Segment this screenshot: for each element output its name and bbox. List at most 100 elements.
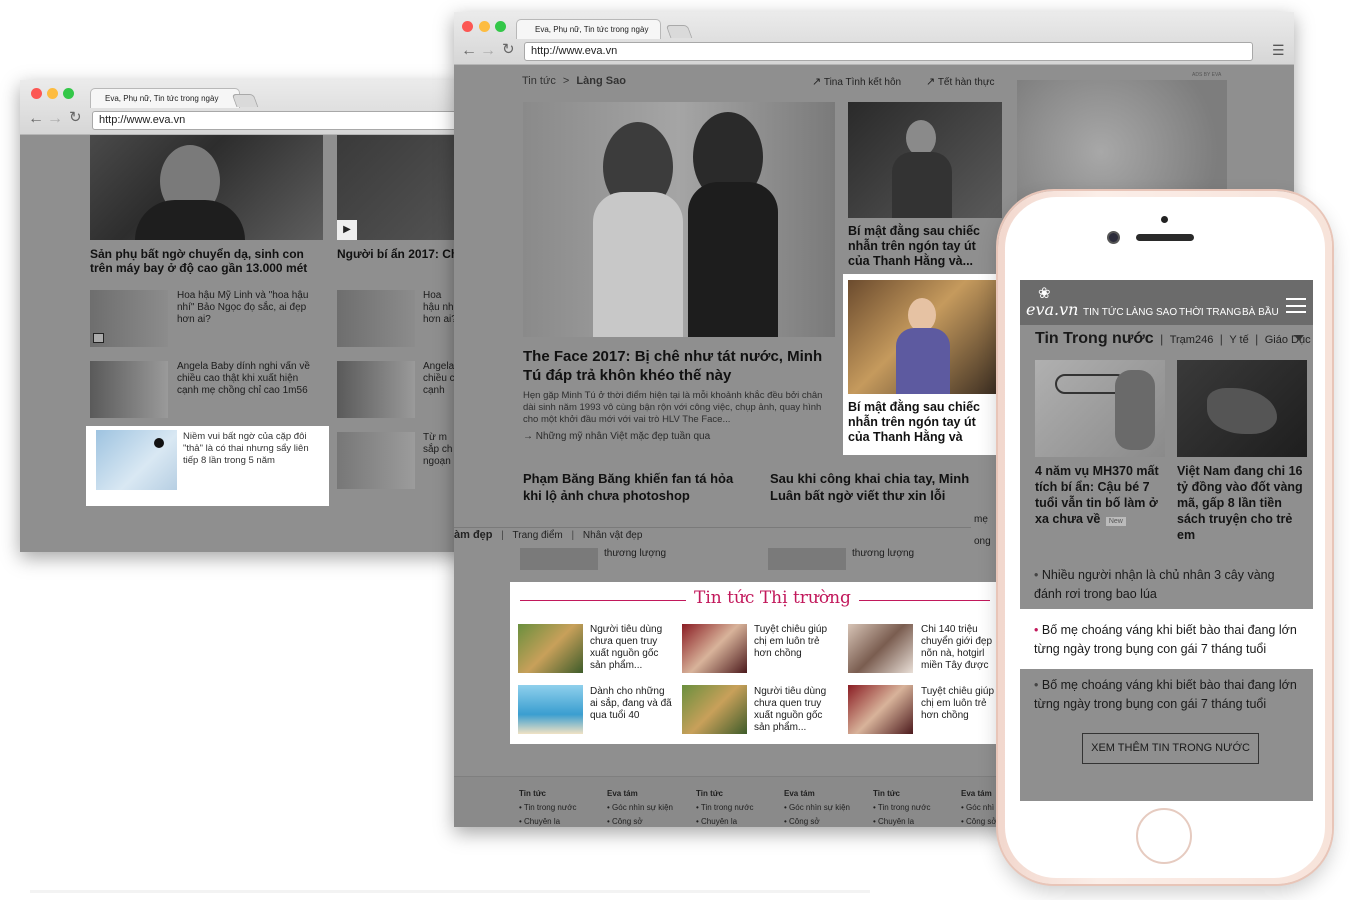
footer-link[interactable]: • Góc nhìn sự kiện <box>607 801 673 815</box>
footer-link[interactable]: • Chuyên la <box>519 815 576 827</box>
footer-link[interactable]: • Góc nhì <box>961 801 997 815</box>
section-sub[interactable]: Y tế <box>1229 334 1248 346</box>
play-icon[interactable]: ▶ <box>337 220 357 240</box>
forward-arrow-icon[interactable]: → <box>480 43 496 59</box>
trend-link[interactable]: ↗ Tina Tình kết hôn <box>812 75 901 88</box>
nav-link[interactable]: BÀ BẦU <box>1242 307 1279 318</box>
market-item[interactable]: Người tiêu dùng chưa quen truy xuất nguồ… <box>754 686 836 734</box>
market-thumb[interactable] <box>682 685 747 734</box>
news-item[interactable]: • Bố mẹ choáng váng khi biết bào thai đa… <box>1034 676 1306 714</box>
eva-logo[interactable]: eva.vn <box>1026 300 1078 319</box>
footer-link[interactable]: • Góc nhìn sự kiện <box>784 801 850 815</box>
story-title[interactable]: Sau khi công khai chia tay, Minh Luân bấ… <box>770 470 1000 504</box>
market-thumb[interactable] <box>848 685 913 734</box>
footer-heading[interactable]: Tin tức <box>873 787 930 801</box>
footer-link[interactable]: • Tin trong nước <box>519 801 576 815</box>
side-story-title[interactable]: Bí mật đằng sau chiếc nhẫn trên ngón tay… <box>848 224 1000 269</box>
minimize-window-button[interactable] <box>47 88 58 99</box>
list-item-text[interactable]: Hoa hậu nhí hơn ai? <box>423 290 457 326</box>
address-bar[interactable]: http://www.eva.vn <box>92 111 470 130</box>
breadcrumb-current[interactable]: Làng Sao <box>576 75 626 87</box>
back-arrow-icon[interactable]: ← <box>28 111 44 127</box>
footer-link[interactable]: • Tin trong nước <box>696 801 753 815</box>
nav-link[interactable]: LÀNG SAO <box>1126 307 1177 318</box>
market-thumb[interactable] <box>682 624 747 673</box>
phone-home-button[interactable] <box>1136 808 1192 864</box>
footer-heading[interactable]: Tin tức <box>696 787 753 801</box>
market-thumb[interactable] <box>518 624 583 673</box>
trend-link[interactable]: ↗ Tết hàn thực <box>926 75 995 88</box>
new-tab-button[interactable] <box>665 25 693 38</box>
section-tab[interactable]: Nhân vật đẹp <box>583 530 643 541</box>
highlighted-news-item[interactable]: • Bố mẹ choáng váng khi biết bào thai đa… <box>1020 609 1313 669</box>
market-thumb[interactable] <box>848 624 913 673</box>
more-news-button[interactable]: XEM THÊM TIN TRONG NƯỚC <box>1082 733 1259 764</box>
dropdown-caret-icon[interactable] <box>1294 335 1304 341</box>
story-thumb[interactable] <box>1035 360 1165 457</box>
hero-related-link[interactable]: → Những mỹ nhân Việt mặc đẹp tuần qua <box>523 431 710 442</box>
footer-heading[interactable]: Eva tám <box>961 787 997 801</box>
beauty-snippet[interactable]: mẹ <box>974 514 988 526</box>
beauty-snippet[interactable]: thương lượng <box>852 548 914 560</box>
minimize-window-button[interactable] <box>479 21 490 32</box>
market-item[interactable]: Người tiêu dùng chưa quen truy xuất nguồ… <box>590 624 672 672</box>
story-title[interactable]: 4 năm vụ MH370 mất tích bí ẩn: Cậu bé 7 … <box>1035 463 1170 527</box>
story-title[interactable]: Việt Nam đang chi 16 tỷ đồng vào đốt vàn… <box>1177 463 1310 543</box>
list-thumb[interactable] <box>337 290 415 347</box>
beauty-snippet[interactable]: ong <box>974 536 991 548</box>
beauty-snippet[interactable]: thương lượng <box>604 548 666 560</box>
market-title[interactable]: Tin tức Thị trường <box>686 588 859 608</box>
footer-link[interactable]: • Chuyên la <box>873 815 930 827</box>
side-story-image[interactable] <box>848 102 1002 218</box>
new-tab-button[interactable] <box>231 94 259 107</box>
forward-arrow-icon[interactable]: → <box>47 111 63 127</box>
hero-image[interactable] <box>523 102 835 337</box>
address-bar[interactable]: http://www.eva.vn <box>524 42 1253 61</box>
list-item-text[interactable]: Angela chiều c cạnh <box>423 361 457 397</box>
reload-icon[interactable]: ↻ <box>502 42 515 58</box>
highlighted-side-story[interactable]: Bí mật đằng sau chiếc nhẫn trên ngón tay… <box>843 274 1000 455</box>
beauty-thumb[interactable] <box>520 548 598 570</box>
breadcrumb-root[interactable]: Tin tức <box>522 75 556 87</box>
footer-link[interactable]: • Công sở <box>784 815 850 827</box>
story-title[interactable]: Phạm Băng Băng khiến fan tá hỏa khi lộ ả… <box>523 470 753 504</box>
list-thumb[interactable] <box>90 361 168 418</box>
close-window-button[interactable] <box>31 88 42 99</box>
browser-tab[interactable]: Eva, Phụ nữ, Tin tức trong ngày <box>90 88 240 108</box>
list-thumb[interactable] <box>90 290 168 347</box>
menu-icon[interactable]: ☰ <box>1272 42 1285 58</box>
back-arrow-icon[interactable]: ← <box>461 43 477 59</box>
nav-link[interactable]: THỜI TRANG <box>1179 307 1241 318</box>
story-thumb[interactable] <box>1177 360 1307 457</box>
footer-link[interactable]: • Công sở <box>961 815 997 827</box>
footer-link[interactable]: • Chuyên la <box>696 815 753 827</box>
market-item[interactable]: Tuyệt chiêu giúp chị em luôn trẻ hơn chồ… <box>921 686 1001 722</box>
section-tab[interactable]: Trang điểm <box>513 530 563 541</box>
list-thumb[interactable] <box>337 361 415 418</box>
market-item[interactable]: Chi 140 triệu chuyển giới đẹp nõn nà, ho… <box>921 624 1001 672</box>
story-image-1[interactable] <box>90 135 323 240</box>
hero-title[interactable]: The Face 2017: Bị chê như tát nước, Minh… <box>523 347 823 385</box>
list-item-text[interactable]: Angela Baby dính nghi vấn về chiều cao t… <box>177 361 317 397</box>
story-image-2[interactable]: ▶ <box>337 135 470 240</box>
reload-icon[interactable]: ↻ <box>69 110 82 126</box>
maximize-window-button[interactable] <box>63 88 74 99</box>
footer-heading[interactable]: Eva tám <box>607 787 673 801</box>
footer-heading[interactable]: Eva tám <box>784 787 850 801</box>
list-thumb[interactable] <box>337 432 415 489</box>
beauty-thumb[interactable] <box>768 548 846 570</box>
list-item-text[interactable]: Từ m sắp ch ngoạn <box>423 432 457 468</box>
market-thumb[interactable] <box>518 685 583 734</box>
section-sub[interactable]: Trạm246 <box>1170 334 1214 346</box>
story-title[interactable]: Sản phụ bất ngờ chuyển dạ, sinh con trên… <box>90 247 325 275</box>
browser-tab[interactable]: Eva, Phụ nữ, Tin tức trong ngày <box>516 19 661 39</box>
section-title[interactable]: Tin Trong nước <box>1035 330 1154 347</box>
news-item[interactable]: • Nhiều người nhận là chủ nhân 3 cây vàn… <box>1034 566 1304 604</box>
section-title[interactable]: àm đẹp <box>454 529 493 541</box>
list-item-text[interactable]: Hoa hậu Mỹ Linh và "hoa hậu nhí" Bảo Ngọ… <box>177 290 317 326</box>
market-item[interactable]: Dành cho những ai sắp, đang và đã qua tu… <box>590 686 672 722</box>
footer-link[interactable]: • Tin trong nước <box>873 801 930 815</box>
maximize-window-button[interactable] <box>495 21 506 32</box>
hamburger-menu-icon[interactable] <box>1286 298 1306 313</box>
footer-heading[interactable]: Tin tức <box>519 787 576 801</box>
